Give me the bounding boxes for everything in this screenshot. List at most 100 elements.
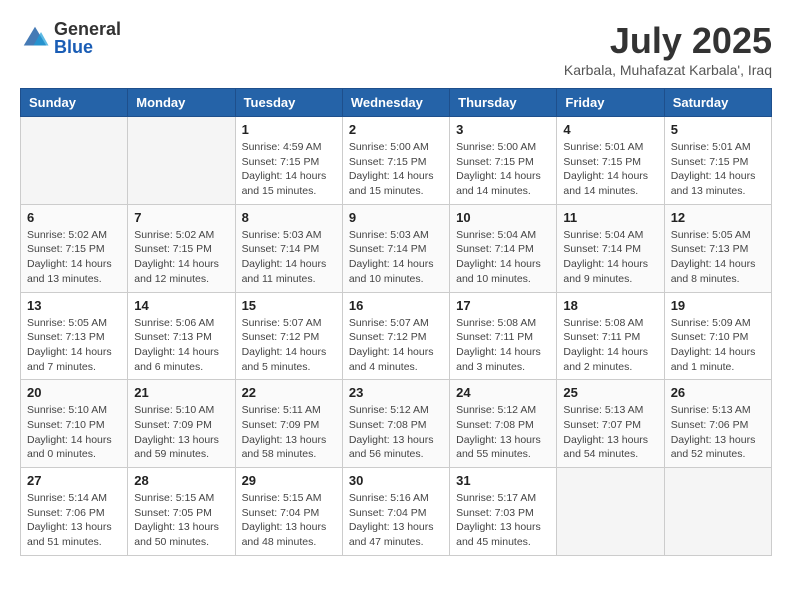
- sunrise-text: Sunrise: 5:04 AM: [563, 228, 657, 243]
- day-number: 24: [456, 385, 550, 400]
- day-number: 16: [349, 298, 443, 313]
- weekday-header-monday: Monday: [128, 89, 235, 117]
- day-info: Sunrise: 5:02 AM Sunset: 7:15 PM Dayligh…: [134, 228, 228, 287]
- sunrise-text: Sunrise: 5:12 AM: [456, 403, 550, 418]
- day-info: Sunrise: 5:07 AM Sunset: 7:12 PM Dayligh…: [242, 316, 336, 375]
- weekday-header-tuesday: Tuesday: [235, 89, 342, 117]
- sunrise-text: Sunrise: 5:00 AM: [456, 140, 550, 155]
- daylight-text: Daylight: 14 hours and 7 minutes.: [27, 345, 121, 374]
- day-info: Sunrise: 5:09 AM Sunset: 7:10 PM Dayligh…: [671, 316, 765, 375]
- location-subtitle: Karbala, Muhafazat Karbala', Iraq: [564, 62, 772, 78]
- sunset-text: Sunset: 7:15 PM: [456, 155, 550, 170]
- day-number: 8: [242, 210, 336, 225]
- sunset-text: Sunset: 7:06 PM: [27, 506, 121, 521]
- day-info: Sunrise: 5:03 AM Sunset: 7:14 PM Dayligh…: [242, 228, 336, 287]
- day-number: 15: [242, 298, 336, 313]
- daylight-text: Daylight: 13 hours and 59 minutes.: [134, 433, 228, 462]
- day-number: 13: [27, 298, 121, 313]
- calendar-cell: [128, 117, 235, 205]
- calendar-cell: 9 Sunrise: 5:03 AM Sunset: 7:14 PM Dayli…: [342, 204, 449, 292]
- sunset-text: Sunset: 7:13 PM: [27, 330, 121, 345]
- sunset-text: Sunset: 7:06 PM: [671, 418, 765, 433]
- sunset-text: Sunset: 7:14 PM: [349, 242, 443, 257]
- daylight-text: Daylight: 14 hours and 13 minutes.: [671, 169, 765, 198]
- sunrise-text: Sunrise: 5:16 AM: [349, 491, 443, 506]
- sunset-text: Sunset: 7:15 PM: [671, 155, 765, 170]
- day-info: Sunrise: 5:17 AM Sunset: 7:03 PM Dayligh…: [456, 491, 550, 550]
- calendar-cell: 27 Sunrise: 5:14 AM Sunset: 7:06 PM Dayl…: [21, 468, 128, 556]
- weekday-header-friday: Friday: [557, 89, 664, 117]
- day-number: 7: [134, 210, 228, 225]
- day-number: 11: [563, 210, 657, 225]
- daylight-text: Daylight: 13 hours and 47 minutes.: [349, 520, 443, 549]
- day-number: 21: [134, 385, 228, 400]
- day-info: Sunrise: 5:16 AM Sunset: 7:04 PM Dayligh…: [349, 491, 443, 550]
- sunrise-text: Sunrise: 5:02 AM: [134, 228, 228, 243]
- daylight-text: Daylight: 14 hours and 15 minutes.: [242, 169, 336, 198]
- sunrise-text: Sunrise: 5:02 AM: [27, 228, 121, 243]
- calendar-week-row: 13 Sunrise: 5:05 AM Sunset: 7:13 PM Dayl…: [21, 292, 772, 380]
- day-info: Sunrise: 5:14 AM Sunset: 7:06 PM Dayligh…: [27, 491, 121, 550]
- sunrise-text: Sunrise: 5:13 AM: [563, 403, 657, 418]
- sunrise-text: Sunrise: 5:10 AM: [134, 403, 228, 418]
- sunset-text: Sunset: 7:08 PM: [349, 418, 443, 433]
- daylight-text: Daylight: 14 hours and 3 minutes.: [456, 345, 550, 374]
- sunrise-text: Sunrise: 5:08 AM: [456, 316, 550, 331]
- sunset-text: Sunset: 7:05 PM: [134, 506, 228, 521]
- daylight-text: Daylight: 14 hours and 10 minutes.: [456, 257, 550, 286]
- day-info: Sunrise: 5:03 AM Sunset: 7:14 PM Dayligh…: [349, 228, 443, 287]
- day-number: 6: [27, 210, 121, 225]
- calendar-week-row: 20 Sunrise: 5:10 AM Sunset: 7:10 PM Dayl…: [21, 380, 772, 468]
- logo-icon: [20, 23, 50, 53]
- month-year-title: July 2025: [564, 20, 772, 62]
- day-info: Sunrise: 5:04 AM Sunset: 7:14 PM Dayligh…: [563, 228, 657, 287]
- sunrise-text: Sunrise: 5:05 AM: [27, 316, 121, 331]
- weekday-header-row: SundayMondayTuesdayWednesdayThursdayFrid…: [21, 89, 772, 117]
- day-number: 27: [27, 473, 121, 488]
- day-number: 26: [671, 385, 765, 400]
- daylight-text: Daylight: 14 hours and 15 minutes.: [349, 169, 443, 198]
- logo-general: General: [54, 20, 121, 38]
- daylight-text: Daylight: 13 hours and 54 minutes.: [563, 433, 657, 462]
- day-info: Sunrise: 5:01 AM Sunset: 7:15 PM Dayligh…: [563, 140, 657, 199]
- day-info: Sunrise: 5:04 AM Sunset: 7:14 PM Dayligh…: [456, 228, 550, 287]
- day-info: Sunrise: 5:11 AM Sunset: 7:09 PM Dayligh…: [242, 403, 336, 462]
- sunrise-text: Sunrise: 5:07 AM: [242, 316, 336, 331]
- sunset-text: Sunset: 7:04 PM: [349, 506, 443, 521]
- daylight-text: Daylight: 13 hours and 58 minutes.: [242, 433, 336, 462]
- day-number: 17: [456, 298, 550, 313]
- day-info: Sunrise: 5:10 AM Sunset: 7:10 PM Dayligh…: [27, 403, 121, 462]
- calendar-cell: 25 Sunrise: 5:13 AM Sunset: 7:07 PM Dayl…: [557, 380, 664, 468]
- sunset-text: Sunset: 7:10 PM: [27, 418, 121, 433]
- day-number: 22: [242, 385, 336, 400]
- day-number: 5: [671, 122, 765, 137]
- day-number: 29: [242, 473, 336, 488]
- calendar-cell: 7 Sunrise: 5:02 AM Sunset: 7:15 PM Dayli…: [128, 204, 235, 292]
- calendar-cell: 1 Sunrise: 4:59 AM Sunset: 7:15 PM Dayli…: [235, 117, 342, 205]
- sunset-text: Sunset: 7:13 PM: [134, 330, 228, 345]
- sunset-text: Sunset: 7:09 PM: [242, 418, 336, 433]
- day-number: 18: [563, 298, 657, 313]
- sunrise-text: Sunrise: 5:10 AM: [27, 403, 121, 418]
- sunrise-text: Sunrise: 5:14 AM: [27, 491, 121, 506]
- daylight-text: Daylight: 13 hours and 48 minutes.: [242, 520, 336, 549]
- sunrise-text: Sunrise: 5:04 AM: [456, 228, 550, 243]
- day-number: 25: [563, 385, 657, 400]
- day-info: Sunrise: 5:01 AM Sunset: 7:15 PM Dayligh…: [671, 140, 765, 199]
- day-info: Sunrise: 5:08 AM Sunset: 7:11 PM Dayligh…: [456, 316, 550, 375]
- logo-text: General Blue: [54, 20, 121, 56]
- daylight-text: Daylight: 14 hours and 9 minutes.: [563, 257, 657, 286]
- sunset-text: Sunset: 7:04 PM: [242, 506, 336, 521]
- sunrise-text: Sunrise: 5:01 AM: [671, 140, 765, 155]
- calendar-table: SundayMondayTuesdayWednesdayThursdayFrid…: [20, 88, 772, 556]
- daylight-text: Daylight: 13 hours and 51 minutes.: [27, 520, 121, 549]
- logo-blue-text: Blue: [54, 38, 121, 56]
- sunrise-text: Sunrise: 5:08 AM: [563, 316, 657, 331]
- day-info: Sunrise: 5:08 AM Sunset: 7:11 PM Dayligh…: [563, 316, 657, 375]
- day-info: Sunrise: 5:00 AM Sunset: 7:15 PM Dayligh…: [456, 140, 550, 199]
- day-number: 23: [349, 385, 443, 400]
- sunset-text: Sunset: 7:15 PM: [242, 155, 336, 170]
- calendar-cell: 21 Sunrise: 5:10 AM Sunset: 7:09 PM Dayl…: [128, 380, 235, 468]
- calendar-cell: 10 Sunrise: 5:04 AM Sunset: 7:14 PM Dayl…: [450, 204, 557, 292]
- calendar-cell: 3 Sunrise: 5:00 AM Sunset: 7:15 PM Dayli…: [450, 117, 557, 205]
